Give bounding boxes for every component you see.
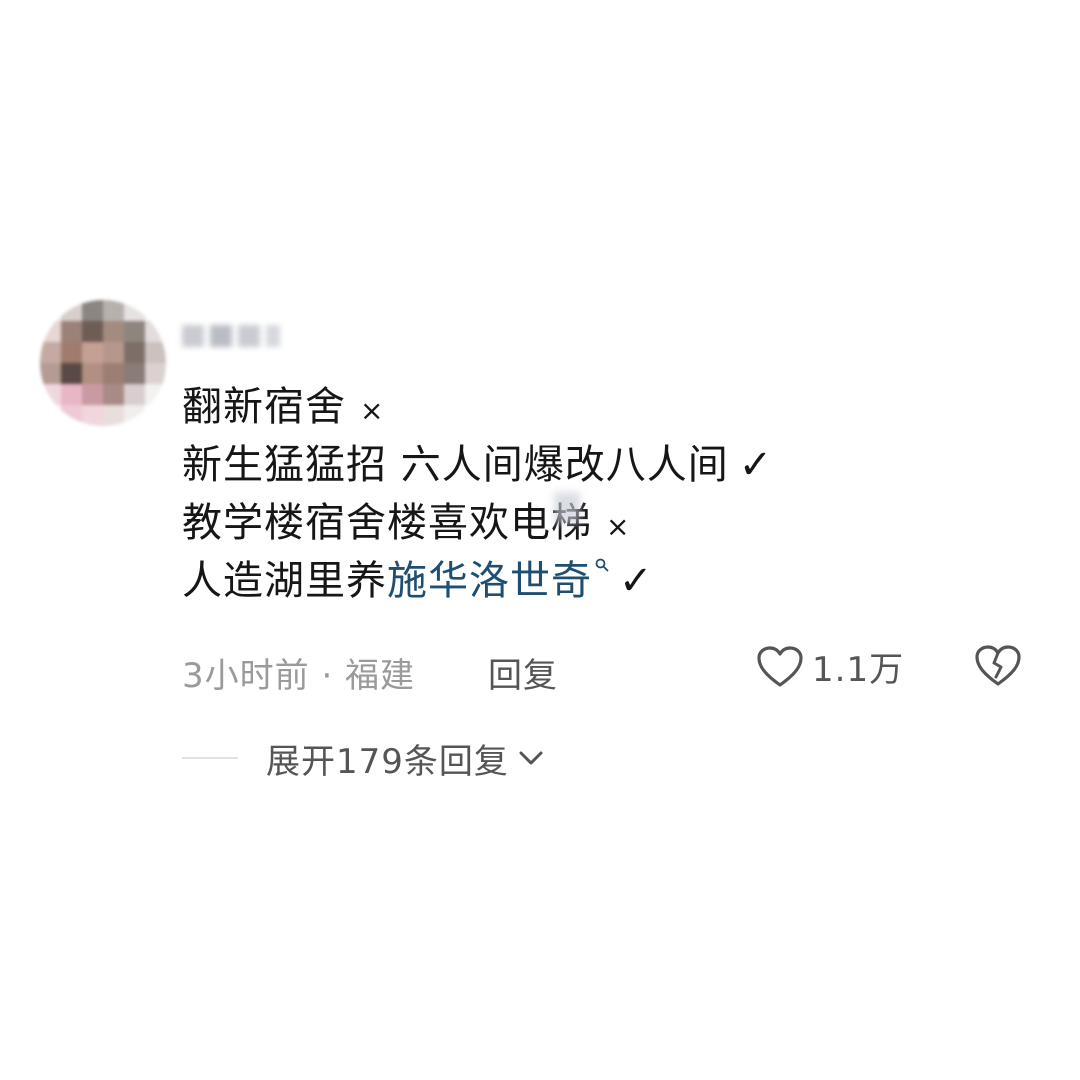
username-block: [182, 325, 204, 347]
comment-line-1: 翻新宿舍 ×: [182, 378, 773, 436]
dislike-button[interactable]: [974, 644, 1022, 697]
comment-line-text: 教学楼宿舍楼喜欢电梯: [182, 500, 592, 546]
username-block: [238, 325, 260, 347]
check-mark: ✓: [619, 558, 654, 604]
cross-mark: ×: [606, 510, 631, 543]
search-link[interactable]: 施华洛世奇: [387, 558, 592, 604]
comment-item: 翻新宿舍 × 新生猛猛招 六人间爆改八人间 ✓ 教学楼宿舍楼喜欢电梯 × 人造湖里养施…: [0, 0, 1080, 1080]
comment-line-text: 新生猛猛招 六人间爆改八人间: [182, 442, 729, 488]
username-block: [266, 325, 280, 347]
expand-replies-label[interactable]: 展开179条回复: [266, 734, 509, 783]
avatar-pixel-grid: [40, 300, 166, 426]
heart-icon: [757, 645, 803, 687]
broken-heart-icon: [975, 645, 1021, 686]
reply-button[interactable]: 回复: [488, 648, 558, 697]
comment-line-2: 新生猛猛招 六人间爆改八人间 ✓: [182, 436, 773, 494]
comment-text: 翻新宿舍 × 新生猛猛招 六人间爆改八人间 ✓ 教学楼宿舍楼喜欢电梯 × 人造湖里养施…: [182, 378, 773, 610]
like-count: 1.1万: [812, 650, 905, 690]
comment-line-3: 教学楼宿舍楼喜欢电梯 ×: [182, 494, 773, 552]
username-blurred[interactable]: [182, 318, 300, 354]
time-location: 3小时前 · 福建: [182, 656, 416, 696]
like-button[interactable]: 1.1万: [756, 642, 904, 691]
divider-line: [182, 757, 238, 759]
avatar[interactable]: [40, 300, 166, 426]
comment-line-text: 翻新宿舍: [182, 384, 346, 430]
comment-line-text: 人造湖里养: [182, 558, 387, 604]
username-block: [210, 325, 232, 347]
check-mark: ✓: [738, 442, 774, 488]
expand-replies[interactable]: 展开179条回复: [182, 730, 545, 786]
comment-meta-bar: 3小时前 · 福建 回复 1.1万: [182, 640, 1042, 700]
cross-mark: ×: [360, 394, 385, 427]
comment-line-4: 人造湖里养施华洛世奇 ✓: [182, 552, 773, 610]
search-icon[interactable]: [595, 558, 609, 572]
chevron-down-icon[interactable]: [517, 748, 545, 768]
